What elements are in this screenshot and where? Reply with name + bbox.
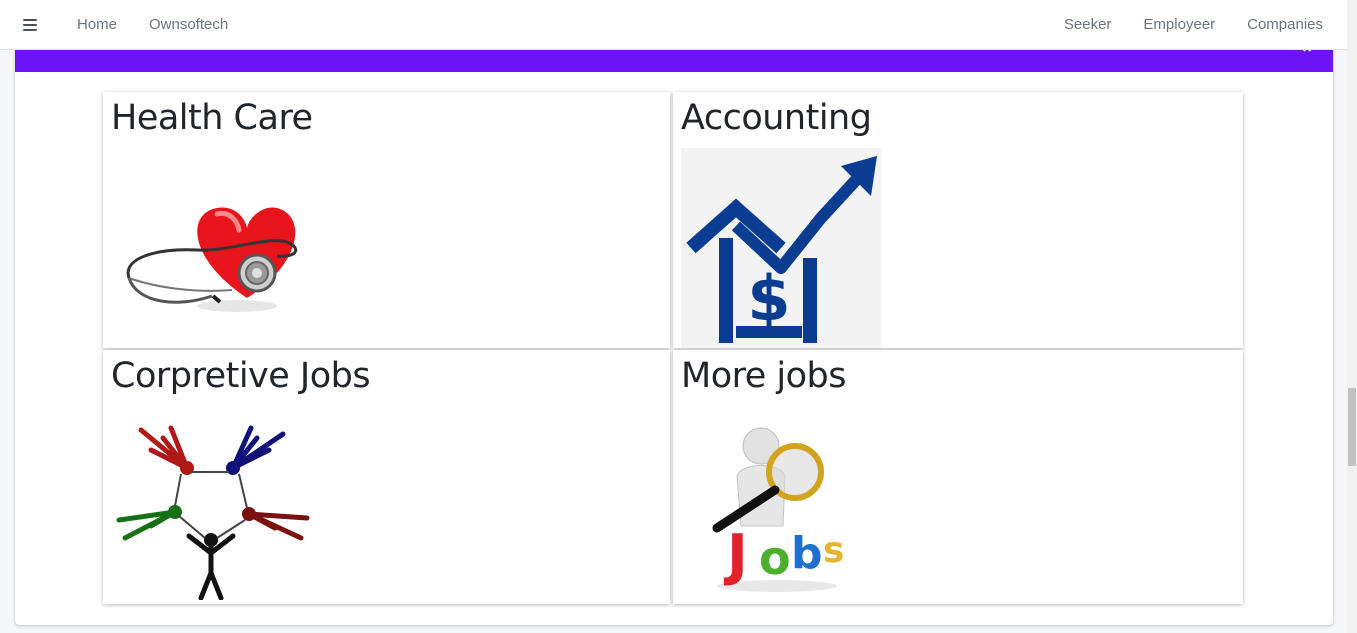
- svg-text:s: s: [823, 530, 844, 571]
- magnifier-jobs-image: J o b s: [712, 427, 844, 592]
- navbar-left: Home Ownsoftech: [0, 0, 244, 49]
- category-title: Health Care: [111, 98, 313, 138]
- svg-text:b: b: [791, 528, 823, 579]
- nav-home-link[interactable]: Home: [61, 16, 133, 33]
- people-circle-image: [116, 425, 310, 600]
- top-navbar: Home Ownsoftech Seeker Employeer Compani…: [0, 0, 1347, 50]
- nav-ownsoftech-link[interactable]: Ownsoftech: [133, 16, 244, 33]
- scrollbar-thumb[interactable]: [1348, 388, 1356, 466]
- heart-stethoscope-image: [126, 207, 298, 312]
- nav-companies-link[interactable]: Companies: [1231, 16, 1339, 33]
- category-tile-corpretive-jobs[interactable]: Corpretive Jobs: [103, 350, 670, 604]
- nav-seeker-link[interactable]: Seeker: [1048, 16, 1128, 33]
- svg-text:J: J: [723, 523, 748, 588]
- svg-text:$: $: [747, 262, 790, 335]
- category-title: More jobs: [681, 356, 846, 396]
- house-dollar-growth-image: $: [681, 148, 881, 348]
- category-title: Accounting: [681, 98, 872, 138]
- hamburger-icon[interactable]: [23, 18, 37, 31]
- svg-text:o: o: [759, 531, 791, 585]
- category-title: Corpretive Jobs: [111, 356, 371, 396]
- nav-employeer-link[interactable]: Employeer: [1127, 16, 1231, 33]
- category-tile-accounting[interactable]: Accounting $: [673, 92, 1243, 348]
- job-categories-card: ✖ Health Care Accounting $: [15, 39, 1333, 625]
- navbar-right: Seeker Employeer Companies: [1048, 0, 1347, 49]
- category-tile-health-care[interactable]: Health Care: [103, 92, 670, 348]
- page-scrollbar[interactable]: [1347, 0, 1357, 633]
- category-tile-more-jobs[interactable]: More jobs J o b s: [673, 350, 1243, 604]
